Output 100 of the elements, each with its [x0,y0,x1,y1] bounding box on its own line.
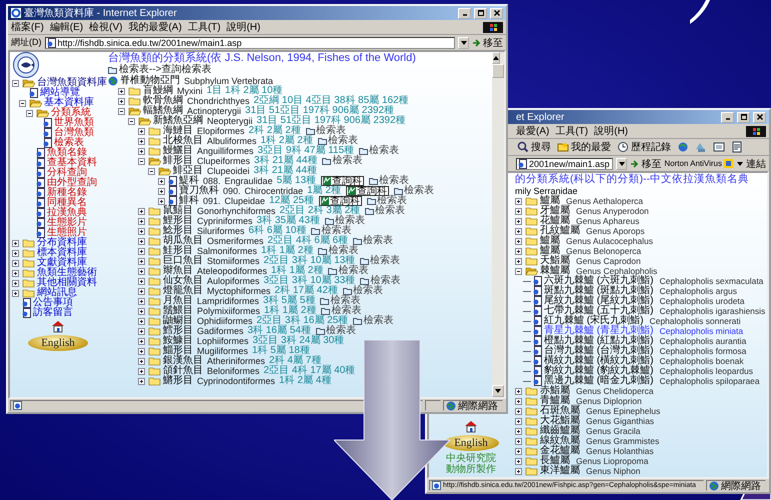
taxon-name[interactable]: 鯡科 [179,196,199,206]
sidebar-item[interactable]: 分類系統 [51,108,91,118]
plus-icon[interactable] [138,268,145,274]
plus-icon[interactable] [158,178,165,184]
plus-icon[interactable] [515,218,522,224]
menu-item[interactable]: 檢視(V) [89,20,122,34]
search-table-link[interactable]: 檢索表 [311,226,352,236]
plus-icon[interactable] [138,238,145,244]
search-table-link[interactable]: 檢索表 [320,296,360,306]
plus-icon[interactable] [138,258,145,264]
plus-icon[interactable] [138,248,145,254]
species-name[interactable]: 豹紋九棘鱸 (豹紋九棘鱸) [544,366,654,376]
search-table-link[interactable]: 檢索表 [394,186,434,196]
minimize-button[interactable] [721,112,734,122]
plus-icon[interactable] [515,248,522,254]
plus-icon[interactable] [138,348,145,354]
plus-icon[interactable] [138,368,145,374]
genus-name[interactable]: 牙鱸屬 [540,206,570,216]
plus-icon[interactable] [515,458,522,464]
plus-icon[interactable] [515,258,522,264]
sidebar-item[interactable]: 世界魚類 [54,118,94,128]
plus-icon[interactable] [515,238,522,244]
plus-icon[interactable] [12,280,19,286]
minimize-button[interactable] [458,8,471,18]
home-icon[interactable] [464,420,478,433]
search-table-link[interactable]: 檢索表 [321,306,362,316]
search-table-link[interactable]: 檢索表 [328,266,368,276]
minus-icon[interactable] [128,118,135,124]
scrollbar[interactable] [492,52,504,397]
minus-icon[interactable] [515,268,522,274]
scroll-thumb[interactable] [492,64,504,78]
toolbar-button[interactable]: 我的最愛 [556,140,612,154]
plus-icon[interactable] [138,218,145,224]
plus-icon[interactable] [12,250,19,256]
go-button[interactable]: 移至 [630,156,662,170]
taxon-name[interactable]: 鯡亞目 [173,166,203,176]
english-button[interactable]: English [28,335,88,351]
sidebar-item[interactable]: 查基本資料 [47,158,97,168]
address-field[interactable]: 2001new/main1.asp [516,158,614,170]
sidebar-item[interactable]: 檢索表 [54,138,84,148]
plus-icon[interactable] [138,148,145,154]
sidebar-item[interactable]: 生態影片 [47,218,87,228]
taxon-name[interactable]: 海鰱目 [163,126,193,136]
address-field[interactable]: http://fishdb.sinica.edu.tw/2001new/main1.asp [44,36,455,48]
search-table-link[interactable]: 檢索表 [306,126,346,136]
search-table-link[interactable]: 檢索表 [369,176,410,186]
plus-icon[interactable] [515,208,522,214]
plus-icon[interactable] [12,260,19,266]
taxon-name[interactable]: 月魚目 [163,296,193,306]
home-icon[interactable] [51,320,65,333]
search-table-link[interactable]: 檢索表 [353,316,394,326]
sidebar-item[interactable]: 網站導覽 [40,88,80,98]
search-table-link[interactable]: 檢索表 [318,136,358,146]
search-table-link[interactable]: 檢索表 [318,246,358,256]
taxon-name[interactable]: 鱂形目 [163,376,193,386]
species-name[interactable]: 橙點九棘鱸 (紅點九刺鮨) [544,336,654,346]
maximize-button[interactable] [737,112,750,122]
close-button[interactable] [490,8,503,18]
species-name[interactable]: 黑邊九棘鱸 (暗金九刺鮨) [544,376,654,386]
menu-item[interactable]: 說明(H) [594,124,628,138]
search-table-link[interactable]: 檢索表 [342,286,383,296]
go-button[interactable]: 移至 [472,36,503,50]
species-name[interactable]: 台灣九棘鱸 (台灣九刺鮨) [544,346,654,356]
antivirus-button[interactable]: Norton AntiVirus [664,159,733,168]
taxon-name[interactable]: 胡瓜魚目 [163,236,203,246]
plus-icon[interactable] [118,88,125,94]
minus-icon[interactable] [148,168,155,174]
menu-item[interactable]: 說明(H) [226,20,260,34]
genus-name[interactable]: 棘鱸屬 [540,266,570,276]
sidebar-item[interactable]: 其他相關資料 [37,278,97,288]
plus-icon[interactable] [515,408,522,414]
menu-item[interactable]: 我的最愛(A) [128,20,182,34]
taxon-name[interactable]: 軟骨魚綱 [143,96,183,106]
minus-icon[interactable] [138,158,145,164]
genus-name[interactable]: 鱸屬 [540,236,560,246]
search-table-link[interactable]: 檢索表 [316,326,356,336]
sidebar-item[interactable]: 文獻資料庫 [37,258,87,268]
maximize-button[interactable] [474,8,487,18]
genus-name[interactable]: 石斑魚屬 [540,406,580,416]
query-button[interactable]: 查詢科 [321,176,364,186]
taxon-name[interactable]: 鯰形目 [163,226,193,236]
taxon-name[interactable]: 北梭魚目 [163,136,203,146]
taxon-name[interactable]: 鮟鱇目 [163,336,193,346]
plus-icon[interactable] [138,138,145,144]
search-table-link[interactable]: 檢索表-->查詢檢索表 [108,64,212,76]
taxon-name[interactable]: 鼬鳚目 [163,316,193,326]
genus-name[interactable]: 長鱸屬 [540,456,570,466]
plus-icon[interactable] [138,308,145,314]
taxon-name[interactable]: 寶刀魚科 [179,186,219,196]
genus-name[interactable]: 鱸屬 [540,246,560,256]
menu-item[interactable]: 工具(T) [188,20,221,34]
taxon-name[interactable]: 鰻鱺目 [163,146,193,156]
plus-icon[interactable] [138,318,145,324]
species-name[interactable]: 斑點九棘鱸 (斑點九刺鮨) [544,286,654,296]
taxon-name[interactable]: 輻鰭魚綱 [143,106,183,116]
dropdown-button[interactable] [616,158,628,170]
minus-icon[interactable] [12,80,19,86]
plus-icon[interactable] [515,448,522,454]
plus-icon[interactable] [515,388,522,394]
genus-name[interactable]: 線紋魚屬 [540,436,580,446]
